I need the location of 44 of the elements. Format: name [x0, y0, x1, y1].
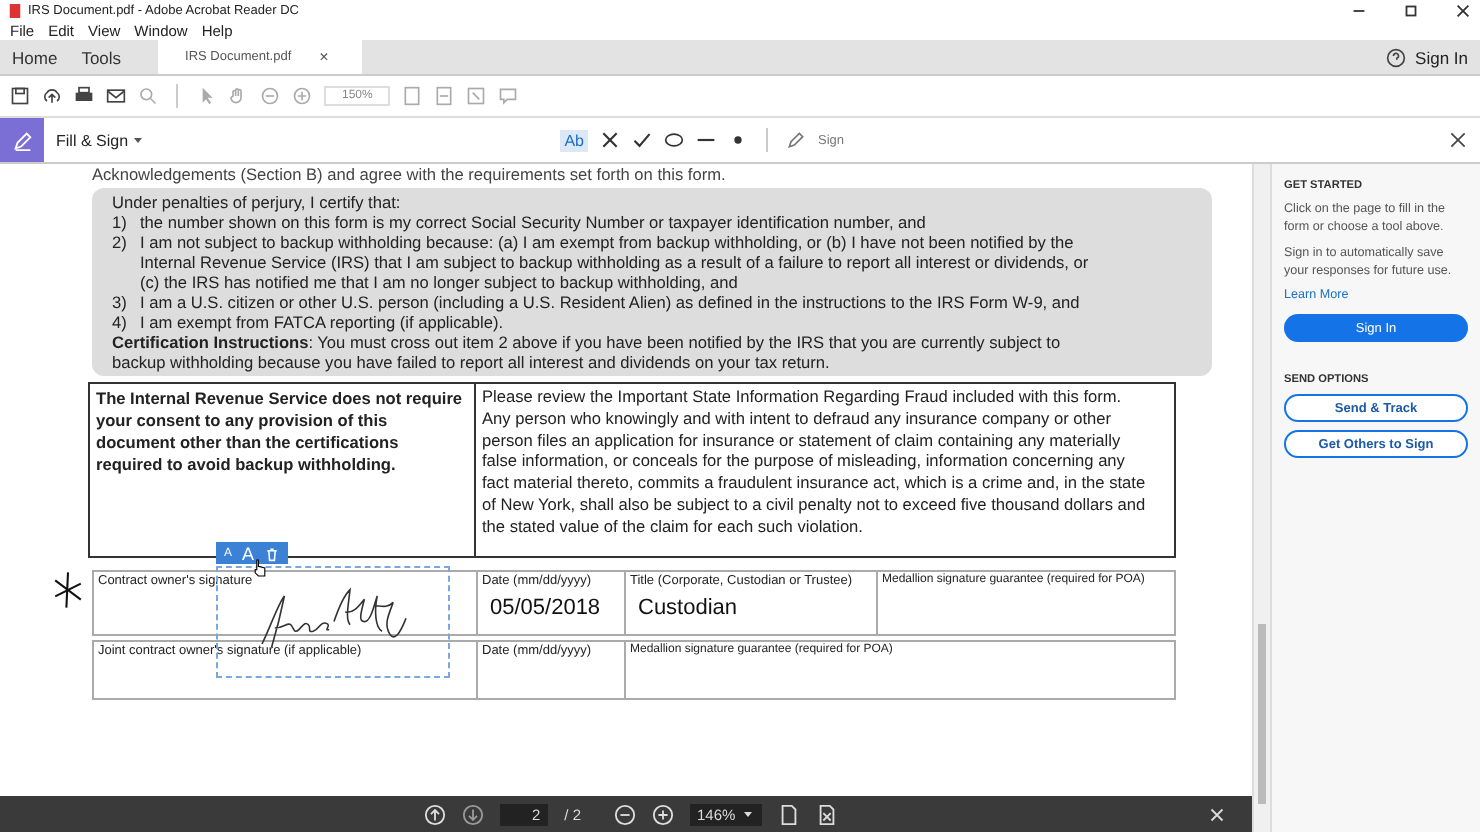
close-icon[interactable]	[1448, 130, 1468, 150]
fill-sign-badge[interactable]	[0, 118, 44, 162]
maximize-icon[interactable]	[1402, 1, 1420, 19]
save-icon[interactable]	[10, 86, 30, 106]
item-number: 4)	[112, 312, 129, 332]
fit-page-icon[interactable]	[815, 803, 838, 825]
print-icon[interactable]	[74, 86, 94, 106]
caret-icon[interactable]	[132, 134, 145, 146]
nav-tab[interactable]: Tools	[69, 40, 134, 74]
ellipse-icon[interactable]	[663, 130, 684, 150]
form-text: I am a U.S. citizen or other U.S. person (including a U.S. Resident Alien) as defined in the instructions to the IRS Form W-9, and	[140, 292, 1080, 312]
form-text: the number shown on this form is my correct Social Security Number or taxpayer identification number, and	[140, 212, 926, 232]
check-mark-icon[interactable]	[631, 130, 652, 150]
document-icon[interactable]	[777, 803, 800, 825]
form-text: I am exempt from FATCA reporting (if applicable).	[140, 312, 504, 332]
help-icon[interactable]	[1385, 47, 1406, 67]
increase-text-size-button[interactable]: A	[242, 543, 255, 563]
mail-icon[interactable]	[106, 86, 126, 106]
scrollbar[interactable]	[1252, 164, 1270, 832]
form-text: I am not subject to backup withholding because: (a) I am exempt from backup withholding, or (b) I have not been notified by the Internal Revenue Service (IRS) that I am subject to backup withholding as a result of a failure to report all interest or dividends, or (c) the IRS has notified me that I am no longer subject to backup withholding, and	[140, 232, 1091, 292]
caret-icon	[741, 807, 754, 819]
add-text-tool[interactable]: Ab	[560, 129, 588, 151]
table-cell-text: Please review the Important State Information Regarding Fraud included with this form. Any person who knowingly and with intent to defraud any insurance company or other person files an application for insurance or statement of claim containing any materially false information, or conceals for the purpose of misleading, information concerning any fact material thereto, commits a fraudulent insurance act, which is a crime and, in the state of New York, shall also be subject to a civil penalty not to exceed five thousand dollars and the stated value of the claim for each such violation.	[480, 384, 1148, 540]
zoom-in-icon[interactable]	[651, 803, 674, 825]
next-page-icon[interactable]	[462, 803, 484, 825]
sign-in-link[interactable]: Sign In	[1415, 47, 1468, 67]
form-text: Acknowledgements (Section B) and agree with the requirements set forth on this form.	[92, 164, 728, 184]
cross-mark-icon[interactable]	[599, 130, 620, 150]
pen-icon[interactable]	[785, 130, 806, 150]
form-text: Certification Instructions: You must cross out item 2 above if you have been notified by the IRS that you are currently subject to backup withholding because you have failed to report all interest and dividends on your tax return.	[112, 332, 1063, 372]
close-icon[interactable]	[1454, 1, 1472, 19]
handwritten-mark-icon	[52, 570, 84, 610]
fill-sign-menu[interactable]: Fill & Sign	[56, 131, 129, 149]
item-number: 3)	[112, 292, 129, 312]
nav-tab[interactable]: Home	[0, 40, 70, 74]
zoom-out-icon[interactable]	[613, 803, 636, 825]
form-text: Under penalties of perjury, I certify that:	[112, 192, 403, 212]
app-icon	[8, 3, 22, 17]
previous-page-icon[interactable]	[424, 803, 446, 825]
item-number: 1)	[112, 212, 129, 232]
delete-icon[interactable]	[264, 545, 281, 561]
upload-icon[interactable]	[42, 86, 62, 106]
close-icon[interactable]	[1206, 803, 1228, 825]
item-number: 2)	[112, 232, 129, 256]
